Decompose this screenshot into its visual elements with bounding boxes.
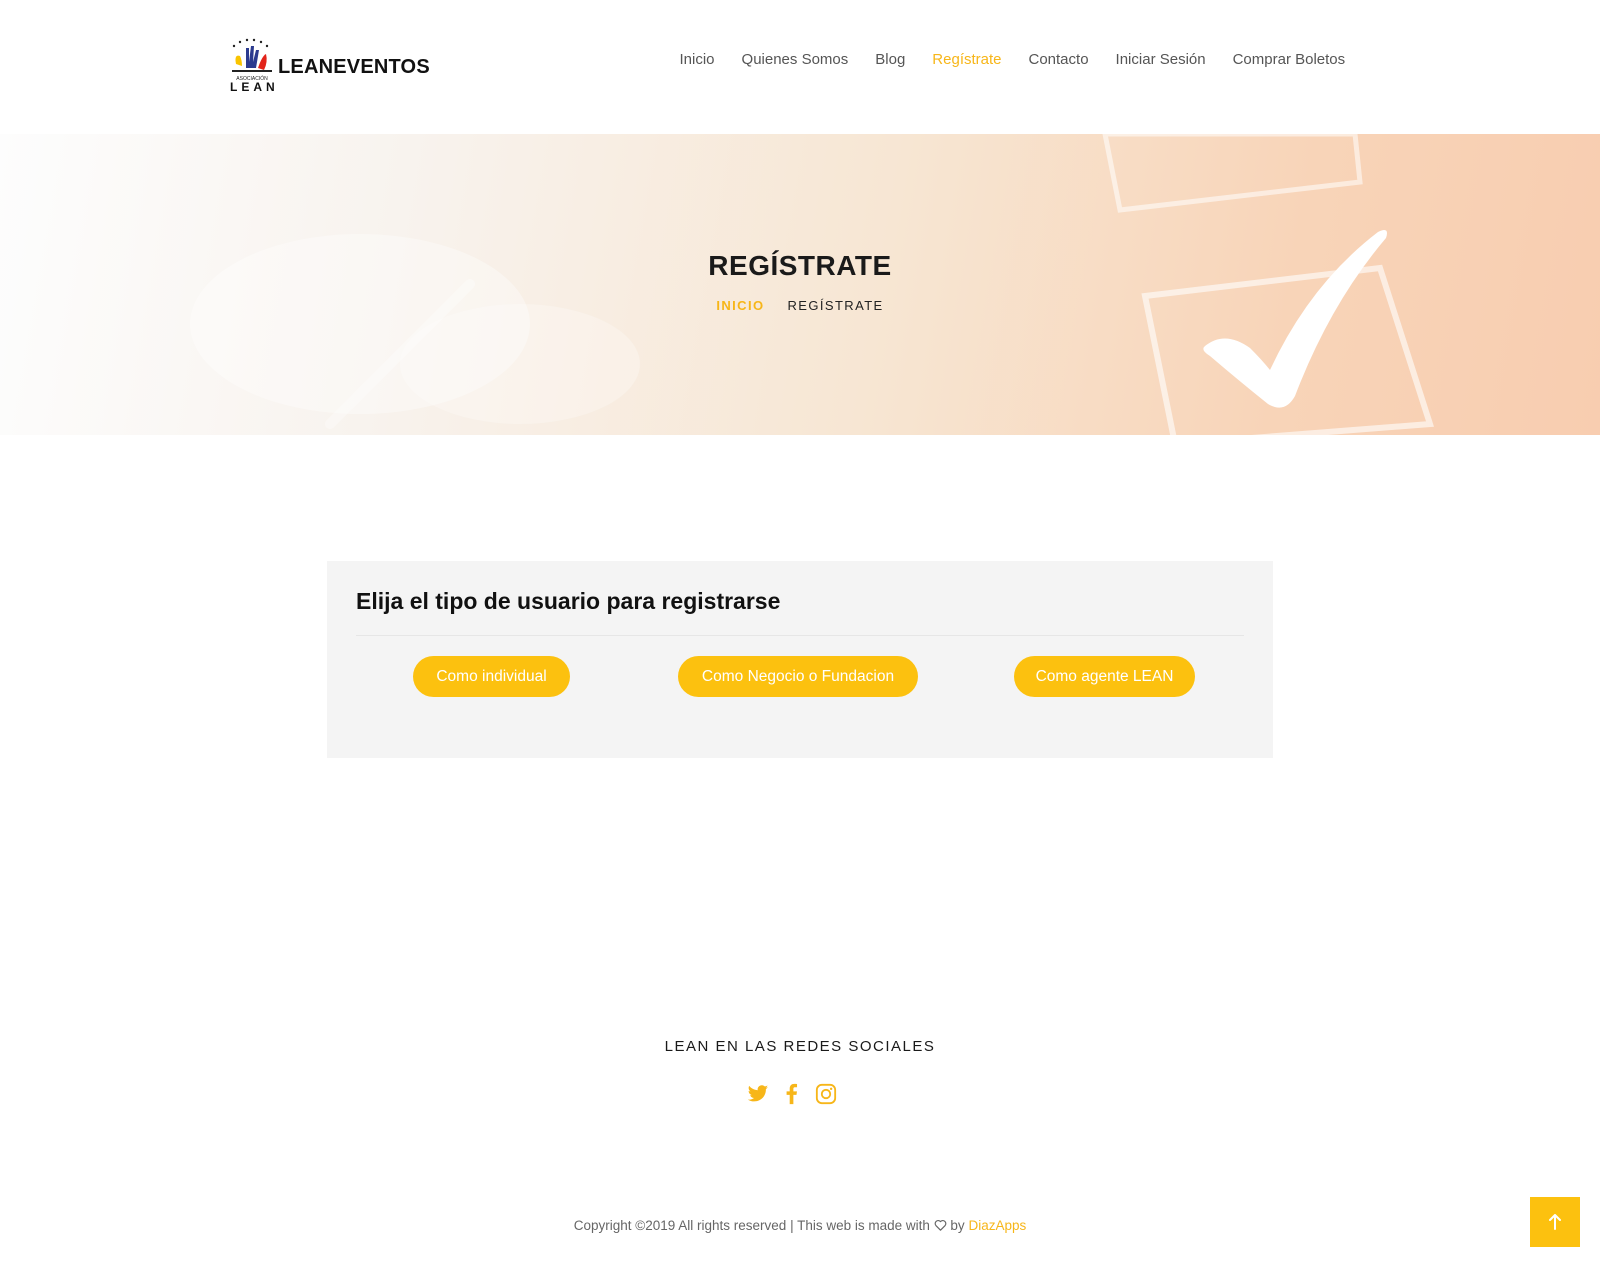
hero-banner: REGÍSTRATE INICIO REGÍSTRATE — [0, 134, 1600, 435]
nav-quienes-somos[interactable]: Quienes Somos — [728, 50, 862, 70]
twitter-icon[interactable] — [747, 1083, 769, 1105]
hero-background-art — [190, 134, 1435, 435]
page-title: REGÍSTRATE — [708, 250, 892, 281]
nav-contacto[interactable]: Contacto — [1015, 50, 1102, 70]
breadcrumb-current: REGÍSTRATE — [787, 298, 884, 313]
register-business-button[interactable]: Como Negocio o Fundacion — [678, 656, 918, 697]
nav-blog[interactable]: Blog — [862, 50, 919, 70]
back-to-top-button[interactable] — [1530, 1197, 1580, 1247]
social-links — [747, 1083, 837, 1105]
breadcrumb-home-link[interactable]: INICIO — [716, 298, 764, 313]
nav-inicio[interactable]: Inicio — [666, 50, 728, 70]
registration-title: Elija el tipo de usuario para registrars… — [356, 588, 781, 614]
nav-iniciar-sesion[interactable]: Iniciar Sesión — [1102, 50, 1219, 70]
social-section-title: LEAN EN LAS REDES SOCIALES — [664, 1038, 936, 1055]
breadcrumb: INICIO REGÍSTRATE — [0, 298, 1600, 313]
site-logo[interactable]: ASOCIACIÓN LEAN LEANEVENTOS — [228, 38, 430, 96]
instagram-icon[interactable] — [815, 1083, 837, 1105]
logo-text: LEANEVENTOS — [278, 55, 430, 78]
copyright-prefix: Copyright ©2019 All rights reserved | Th… — [573, 1218, 930, 1233]
diazapps-link[interactable]: DiazApps — [968, 1218, 1026, 1233]
registration-card: Elija el tipo de usuario para registrars… — [327, 561, 1273, 758]
nav-registrate[interactable]: Regístrate — [919, 50, 1015, 70]
arrow-up-icon — [1549, 1214, 1561, 1230]
nav-comprar-boletos[interactable]: Comprar Boletos — [1219, 50, 1359, 70]
copyright-by: by — [950, 1218, 965, 1233]
main-nav: Inicio Quienes Somos Blog Regístrate Con… — [666, 50, 1359, 70]
copyright-text: Copyright ©2019 All rights reserved | Th… — [0, 1218, 1600, 1233]
logo-subtext: LEAN — [230, 80, 279, 94]
card-divider — [356, 635, 1244, 636]
facebook-icon[interactable] — [781, 1083, 803, 1105]
site-header: ASOCIACIÓN LEAN LEANEVENTOS Inicio Quien… — [0, 0, 1600, 134]
register-agent-button[interactable]: Como agente LEAN — [1014, 656, 1195, 697]
heart-icon — [934, 1219, 947, 1231]
register-individual-button[interactable]: Como individual — [413, 656, 570, 697]
